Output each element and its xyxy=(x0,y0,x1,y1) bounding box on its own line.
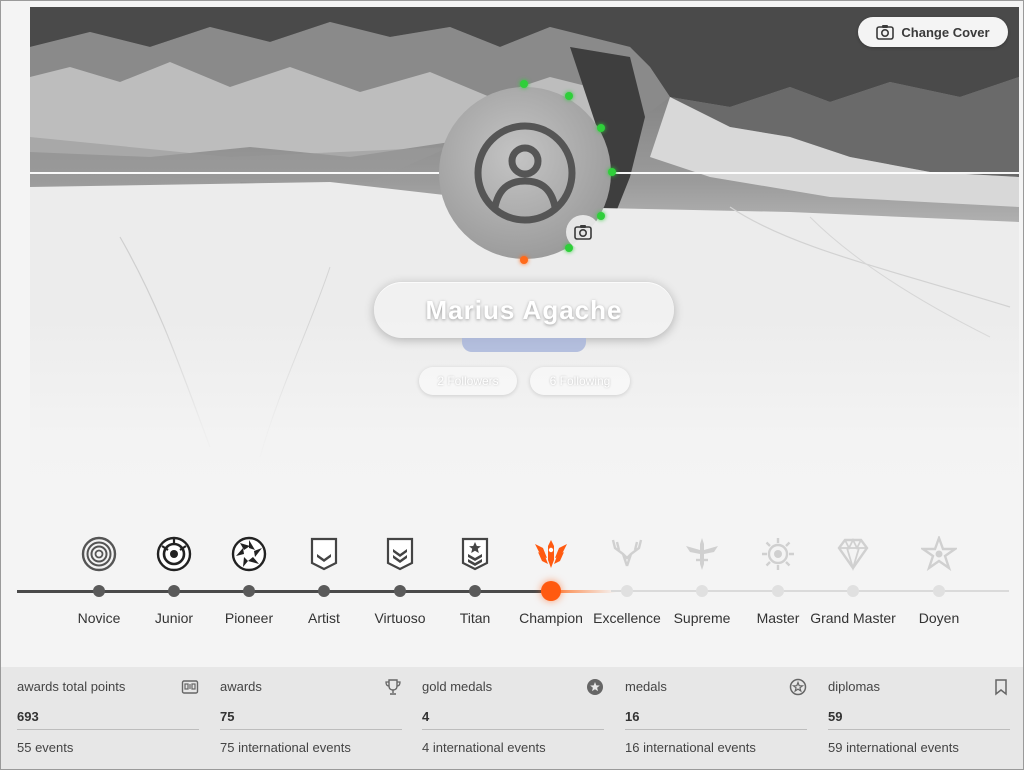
camera-aperture-icon xyxy=(156,536,192,572)
profile-page: Change Cover Marius Agache 2 Followers 6… xyxy=(0,0,1024,770)
concentric-target-icon xyxy=(81,536,117,572)
stat-value: 59 xyxy=(828,709,843,724)
stat-value: 16 xyxy=(625,709,640,724)
progress-dot xyxy=(597,212,605,220)
star-badge-icon xyxy=(587,679,603,695)
track-remaining xyxy=(611,590,1009,592)
followers-button[interactable]: 2 Followers xyxy=(419,367,517,395)
stat-awards-total-points: awards total points 693 55 events xyxy=(17,667,199,769)
level-node-current xyxy=(541,581,561,601)
level-progress: Novice Junior Pioneer Artist Virtuoso Ti… xyxy=(1,509,1023,667)
level-node xyxy=(93,585,105,597)
stat-divider xyxy=(220,729,402,730)
level-node xyxy=(772,585,784,597)
following-button[interactable]: 6 Following xyxy=(530,367,630,395)
change-avatar-button[interactable] xyxy=(566,215,600,249)
stat-title: gold medals xyxy=(422,679,493,694)
level-node xyxy=(847,585,859,597)
winged-emblem-icon xyxy=(535,540,567,568)
level-node xyxy=(933,585,945,597)
progress-dot-current xyxy=(520,256,528,264)
stat-events: 59 international events xyxy=(828,740,959,755)
level-label: Grand Master xyxy=(810,610,896,626)
level-node xyxy=(696,585,708,597)
stat-medals: medals 16 16 international events xyxy=(625,667,807,769)
stat-divider xyxy=(828,729,1010,730)
level-node xyxy=(394,585,406,597)
stat-value: 693 xyxy=(17,709,39,724)
flower-star-icon xyxy=(921,536,957,572)
sun-gear-icon xyxy=(762,538,794,570)
stat-divider xyxy=(422,729,604,730)
stat-title: medals xyxy=(625,679,667,694)
winged-sword-icon xyxy=(686,538,718,570)
progress-dot xyxy=(565,92,573,100)
progress-dot xyxy=(597,124,605,132)
stat-events: 16 international events xyxy=(625,740,756,755)
antlers-icon xyxy=(611,539,643,567)
double-chevron-shield-icon xyxy=(386,537,414,571)
level-node xyxy=(243,585,255,597)
points-counter-icon xyxy=(181,680,199,694)
stat-gold-medals: gold medals 4 4 international events xyxy=(422,667,604,769)
bookmark-icon xyxy=(995,679,1007,696)
level-label: Doyen xyxy=(918,610,960,626)
camera-icon xyxy=(574,225,592,240)
star-shield-icon xyxy=(461,537,489,571)
shutter-icon xyxy=(231,536,267,572)
change-cover-label: Change Cover xyxy=(901,24,990,40)
stat-title: awards xyxy=(220,679,262,694)
name-underline-bar xyxy=(462,338,586,352)
trophy-icon xyxy=(385,679,401,695)
stat-value: 4 xyxy=(422,709,430,724)
stat-divider xyxy=(625,729,807,730)
chevron-shield-icon xyxy=(310,537,338,571)
camera-icon xyxy=(876,25,895,40)
progress-dot xyxy=(608,168,616,176)
default-user-icon xyxy=(474,122,576,224)
stat-title: awards total points xyxy=(17,679,126,694)
diamond-icon xyxy=(837,537,869,572)
progress-dot xyxy=(520,80,528,88)
level-node xyxy=(469,585,481,597)
level-node xyxy=(318,585,330,597)
stat-diplomas: diplomas 59 59 international events xyxy=(828,667,1010,769)
cover-image: Change Cover Marius Agache 2 Followers 6… xyxy=(30,7,1019,507)
stat-events: 55 events xyxy=(17,740,74,755)
stat-divider xyxy=(17,729,199,730)
change-cover-button[interactable]: Change Cover xyxy=(858,17,1008,47)
level-node xyxy=(168,585,180,597)
stat-title: diplomas xyxy=(828,679,881,694)
medal-star-icon xyxy=(789,678,807,696)
stat-awards: awards 75 75 international events xyxy=(220,667,402,769)
stat-events: 4 international events xyxy=(422,740,546,755)
level-node xyxy=(621,585,633,597)
profile-name: Marius Agache xyxy=(374,282,674,338)
stat-value: 75 xyxy=(220,709,235,724)
stats-bar: awards total points 693 55 events awards… xyxy=(1,667,1023,769)
stat-events: 75 international events xyxy=(220,740,351,755)
